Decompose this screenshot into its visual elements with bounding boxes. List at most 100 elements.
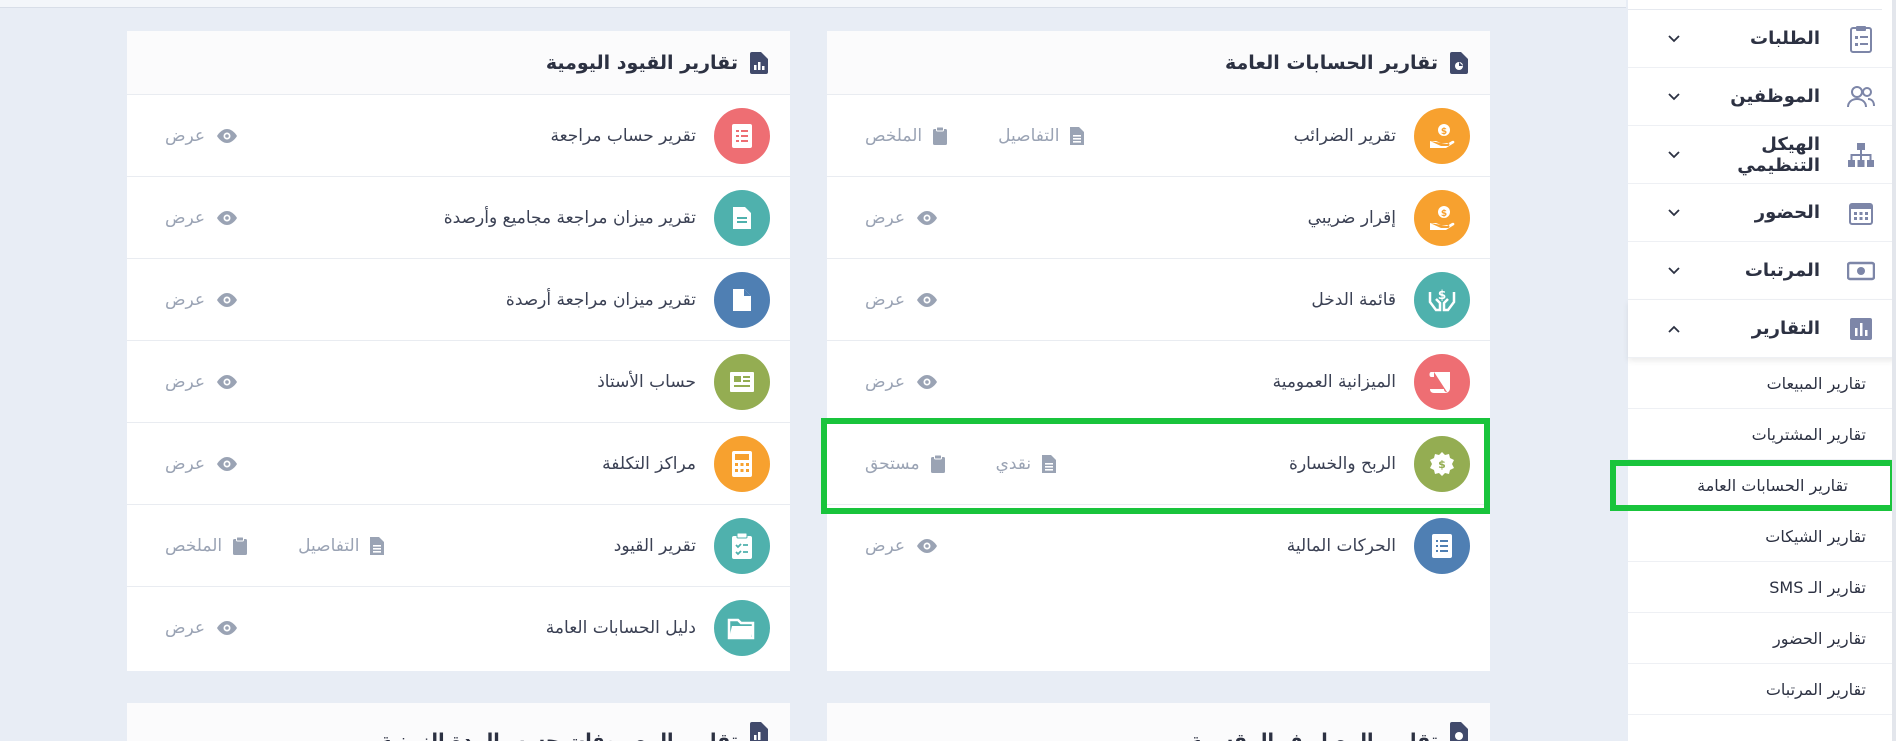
- file-bar-chart-icon: [748, 51, 770, 75]
- svg-text:$: $: [1438, 288, 1446, 302]
- sidebar-item[interactable]: الموظفين: [1628, 68, 1896, 126]
- chevron-down-icon: [1666, 89, 1682, 105]
- file-lines-icon: [1069, 126, 1085, 146]
- report-action-link[interactable]: الملخص: [865, 126, 948, 146]
- sidebar-subitem[interactable]: تقارير الحسابات العامة: [1610, 460, 1896, 511]
- report-action-link[interactable]: مستحق: [865, 454, 946, 474]
- report-row: تقرير ميزان مراجعة مجاميع وأرصدة عرض: [127, 177, 790, 259]
- eye-icon: [915, 210, 939, 226]
- report-action-link[interactable]: الملخص: [165, 536, 248, 556]
- eye-icon: [215, 128, 239, 144]
- report-actions: عرض: [165, 290, 239, 310]
- svg-text:$: $: [1438, 458, 1446, 471]
- checklist-icon: [714, 107, 770, 164]
- sidebar-item[interactable]: الهيكل التنظيمي: [1628, 126, 1896, 184]
- report-action-link[interactable]: عرض: [865, 208, 939, 228]
- period-expenses-panel: تقارير المصروفات حسب المدة الزمنية: [127, 703, 790, 741]
- panel-title: تقارير القيود اليومية: [545, 51, 738, 74]
- clipboard-icon: [232, 536, 248, 556]
- eye-icon: [215, 456, 239, 472]
- report-actions: عرض: [865, 372, 939, 392]
- report-actions: عرض: [865, 290, 939, 310]
- sidebar-item[interactable]: الحضور: [1628, 184, 1896, 242]
- sidebar-subitem[interactable]: تقارير المرتبات: [1628, 664, 1896, 715]
- clipboard-icon: [932, 126, 948, 146]
- panel-header: تقارير المصروفات حسب المدة الزمنية: [127, 703, 790, 741]
- chevron-down-icon: [1666, 205, 1682, 221]
- report-action-link[interactable]: عرض: [865, 536, 939, 556]
- report-action-link[interactable]: عرض: [165, 372, 239, 392]
- report-row: $ الربح والخسارة نقدي مستحق: [827, 423, 1490, 505]
- action-label: عرض: [865, 289, 906, 310]
- report-action-link[interactable]: التفاصيل: [998, 126, 1085, 146]
- report-actions: التفاصيل الملخص: [865, 126, 1085, 146]
- report-action-link[interactable]: عرض: [865, 372, 939, 392]
- action-label: عرض: [165, 207, 206, 228]
- svg-text:$: $: [1441, 209, 1447, 219]
- folder-icon: [714, 600, 770, 656]
- sidebar-item[interactable]: المرتبات: [1628, 242, 1896, 300]
- scrollbar[interactable]: [1892, 0, 1896, 741]
- report-name: تقرير ميزان مراجعة مجاميع وأرصدة: [443, 207, 696, 228]
- action-label: مستحق: [865, 453, 920, 474]
- file-lines-icon: [1041, 454, 1057, 474]
- report-row: $ إقرار ضريبي عرض: [827, 177, 1490, 259]
- report-action-link[interactable]: عرض: [165, 208, 239, 228]
- action-label: التفاصيل: [998, 125, 1060, 146]
- report-actions: عرض: [165, 208, 239, 228]
- top-bar: [0, 0, 1626, 8]
- sidebar-subitem[interactable]: تقارير الـ SMS: [1628, 562, 1896, 613]
- panel-header: تقارير القيود اليومية: [127, 31, 790, 95]
- report-name: قائمة الدخل: [1311, 289, 1396, 310]
- sidebar-item[interactable]: التقارير: [1628, 300, 1896, 358]
- report-row: دليل الحسابات العامة عرض: [127, 587, 790, 669]
- svg-text:$: $: [1441, 127, 1447, 137]
- action-label: عرض: [165, 371, 206, 392]
- sidebar-item-label: الهيكل التنظيمي: [1737, 133, 1820, 176]
- report-row: $ قائمة الدخل عرض: [827, 259, 1490, 341]
- sidebar-subitem[interactable]: تقارير المبيعات: [1628, 358, 1896, 409]
- sidebar-subitem[interactable]: تقارير المشتريات: [1628, 409, 1896, 460]
- sitemap-icon: [1846, 140, 1876, 170]
- file-chart-icon: [1448, 51, 1470, 75]
- report-action-link[interactable]: عرض: [165, 618, 239, 638]
- report-action-link[interactable]: عرض: [165, 290, 239, 310]
- report-action-link[interactable]: عرض: [165, 126, 239, 146]
- sidebar: الطلبات الموظفين الهيكل التنظيمي الحضور المر…: [1610, 0, 1896, 741]
- report-name: الميزانية العمومية: [1272, 371, 1396, 392]
- report-name: إقرار ضريبي: [1307, 207, 1396, 228]
- report-actions: عرض: [165, 372, 239, 392]
- sidebar-item-label: التقارير: [1751, 318, 1820, 339]
- action-label: عرض: [865, 536, 906, 556]
- report-action-link[interactable]: عرض: [165, 454, 239, 474]
- action-label: التفاصيل: [298, 535, 360, 556]
- sidebar-item[interactable]: الطلبات: [1628, 10, 1896, 68]
- report-name: تقرير حساب مراجعة: [550, 125, 696, 146]
- report-actions: عرض: [165, 618, 239, 638]
- chevron-down-icon: [1666, 147, 1682, 163]
- report-action-link[interactable]: عرض: [865, 290, 939, 310]
- bar-chart-icon: [1846, 314, 1876, 344]
- report-name: حساب الأستاذ: [597, 371, 696, 392]
- action-label: الملخص: [865, 125, 923, 146]
- report-actions: عرض: [865, 536, 939, 556]
- eye-icon: [915, 538, 939, 554]
- sidebar-subitem[interactable]: تقارير الحضور: [1628, 613, 1896, 664]
- report-action-link[interactable]: نقدي: [996, 454, 1058, 474]
- action-label: عرض: [165, 618, 206, 638]
- eye-icon: [215, 210, 239, 226]
- report-action-link[interactable]: التفاصيل: [298, 536, 385, 556]
- sidebar-subitem[interactable]: تقارير الشيكات: [1628, 511, 1896, 562]
- panel-title: تقارير المصاريف المقسمة: [1190, 729, 1438, 741]
- chevron-up-icon: [1666, 321, 1682, 337]
- clipboard-check-icon: [714, 517, 770, 574]
- eye-icon: [915, 374, 939, 390]
- dollar-badge-icon: $: [1414, 435, 1470, 492]
- general-accounts-panel: تقارير الحسابات العامة $ تقرير الضرائب الت…: [827, 31, 1490, 671]
- hand-dollar-icon: $: [1414, 189, 1470, 246]
- sidebar-top-divider: [1628, 0, 1882, 10]
- newspaper-icon: [714, 353, 770, 410]
- action-label: عرض: [865, 207, 906, 228]
- report-row: الميزانية العمومية عرض: [827, 341, 1490, 423]
- panel-title: تقارير المصروفات حسب المدة الزمنية: [380, 729, 738, 741]
